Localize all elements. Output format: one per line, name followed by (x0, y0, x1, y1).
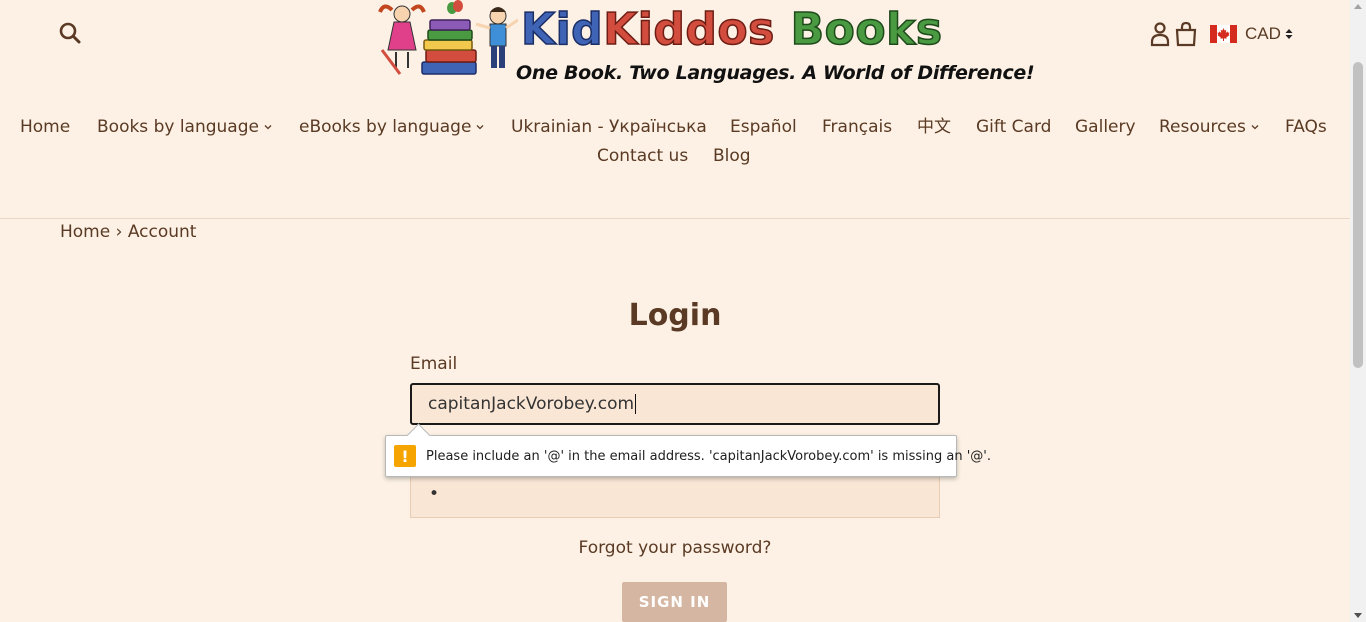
breadcrumb-separator: › (115, 222, 123, 242)
nav-item-label: Français (822, 117, 893, 137)
canada-flag-icon (1210, 25, 1237, 43)
breadcrumb-home-link[interactable]: Home (60, 222, 110, 242)
forgot-password: Forgot your password? (0, 538, 1350, 558)
nav-item-home[interactable]: Home (20, 114, 70, 140)
chevron-down-icon (476, 125, 484, 130)
email-field-value: capitanJackVorobey.com (428, 394, 635, 414)
chevron-down-icon (264, 125, 272, 130)
password-field[interactable]: • (410, 475, 940, 518)
cart-icon[interactable] (1174, 21, 1198, 47)
scrollbar-thumb[interactable] (1353, 62, 1363, 368)
nav-item-faqs[interactable]: FAQs (1285, 114, 1327, 140)
header-divider (0, 218, 1350, 219)
chevron-down-icon (1251, 125, 1259, 130)
logo-kids-books-illustration (378, 0, 518, 75)
text-cursor (635, 394, 637, 414)
nav-item-label: Español (730, 117, 797, 137)
nav-item-contact-us[interactable]: Contact us (597, 143, 688, 169)
search-icon[interactable] (58, 21, 82, 45)
validation-tooltip: ! Please include an '@' in the email add… (385, 423, 991, 477)
nav-item-gift-card[interactable]: Gift Card (976, 114, 1051, 140)
nav-item-label: Gallery (1075, 117, 1136, 137)
email-field[interactable]: capitanJackVorobey.com (410, 383, 940, 425)
nav-item-books-by-language[interactable]: Books by language (97, 114, 272, 140)
header-icons: CAD (1150, 20, 1293, 48)
sign-in-button[interactable]: SIGN IN (622, 582, 727, 622)
nav-item-label: 中文 (917, 117, 951, 137)
page-title: Login (628, 298, 722, 333)
site-logo[interactable]: KidKiddos Books One Book. Two Languages.… (378, 0, 1035, 92)
nav-row-1: Home Books by language eBooks by languag… (0, 114, 1350, 140)
nav-item-label: Gift Card (976, 117, 1052, 137)
nav-item-label: Home (20, 117, 71, 137)
account-icon[interactable] (1150, 21, 1170, 47)
logo-tagline: One Book. Two Languages. A World of Diff… (516, 62, 1035, 84)
page: KidKiddos Books One Book. Two Languages.… (0, 0, 1350, 622)
nav-item-label: Resources (1159, 117, 1246, 137)
vertical-scrollbar[interactable] (1350, 0, 1366, 622)
password-field-value: • (429, 484, 440, 504)
logo-title: KidKiddos Books (520, 3, 943, 56)
nav-item-francais[interactable]: Français (822, 114, 892, 140)
nav-row-2: Contact us Blog (0, 143, 1350, 169)
email-label: Email (410, 354, 458, 374)
validation-message: Please include an '@' in the email addre… (426, 448, 992, 464)
warning-icon: ! (394, 445, 416, 467)
sort-caret-icon (1285, 29, 1293, 39)
breadcrumb: Home › Account (60, 221, 196, 243)
scroll-up-arrow-icon[interactable] (1354, 4, 1362, 9)
nav-item-chinese[interactable]: 中文 (917, 114, 951, 140)
nav-item-ebooks-by-language[interactable]: eBooks by language (299, 114, 484, 140)
nav-item-label: eBooks by language (299, 117, 472, 137)
logo-title-part3: Books (790, 3, 943, 56)
nav-item-resources[interactable]: Resources (1159, 114, 1259, 140)
nav-item-label: Books by language (97, 117, 259, 137)
logo-title-part1: Kid (520, 3, 604, 56)
nav-item-ukrainian[interactable]: Ukrainian - Українська (511, 114, 707, 140)
forgot-password-link[interactable]: Forgot your password? (579, 538, 772, 558)
nav-item-label: Ukrainian - Українська (511, 117, 707, 137)
tooltip-arrow (406, 423, 431, 448)
breadcrumb-current: Account (127, 222, 197, 242)
nav-item-blog[interactable]: Blog (713, 143, 751, 169)
nav-item-espanol[interactable]: Español (730, 114, 797, 140)
nav-item-label: Contact us (597, 146, 689, 166)
nav-item-label: FAQs (1285, 117, 1327, 137)
currency-selector[interactable]: CAD (1210, 24, 1293, 44)
nav-item-gallery[interactable]: Gallery (1075, 114, 1136, 140)
nav-item-label: Blog (713, 146, 751, 166)
scroll-down-arrow-icon[interactable] (1354, 613, 1362, 618)
currency-code: CAD (1245, 24, 1281, 43)
logo-title-part2: Kiddos (602, 3, 775, 56)
